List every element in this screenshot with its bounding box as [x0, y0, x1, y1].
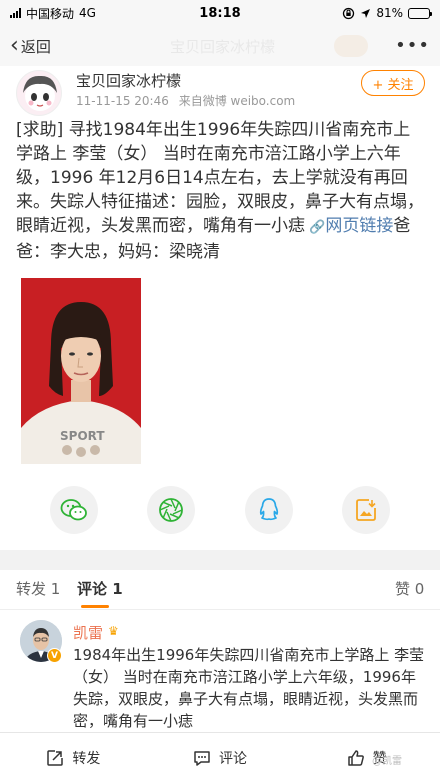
- more-options-icon[interactable]: •••: [395, 35, 430, 56]
- repost-button[interactable]: 转发: [0, 748, 147, 768]
- poster-avatar[interactable]: [16, 70, 62, 116]
- share-row: [0, 486, 440, 534]
- back-label: 返回: [20, 37, 51, 56]
- missing-person-photo[interactable]: SPORT: [21, 278, 141, 464]
- follow-button[interactable]: + 关注: [361, 70, 425, 96]
- wechat-icon: [60, 499, 87, 521]
- repost-icon: [47, 749, 64, 766]
- comment-text: 1984年出生1996年失踪四川省南充市上学路上 李莹（女） 当时在南充市涪江路…: [73, 646, 425, 730]
- rotation-lock-icon: [343, 7, 355, 19]
- post-source: 来自微博 weibo.com: [178, 94, 296, 108]
- comment-icon: [194, 750, 210, 766]
- nav-follow-ghost: [334, 35, 368, 57]
- interaction-tabs: 转发 1 评论 1 赞 0: [0, 570, 440, 610]
- qq-penguin-icon: [259, 498, 278, 521]
- status-right: 81%: [342, 6, 432, 20]
- aperture-icon: [159, 498, 184, 522]
- carrier-name: 中国移动: [26, 6, 75, 21]
- battery-icon: [408, 7, 432, 19]
- image-save-icon: [356, 499, 377, 521]
- post-card: 宝贝回家冰柠檬 11-11-15 20:46 来自微博 weibo.com + …: [0, 66, 440, 550]
- share-qq-button[interactable]: [244, 486, 293, 534]
- tab-underline: [81, 605, 109, 608]
- share-moments-button[interactable]: [147, 486, 196, 534]
- verified-badge-icon: V: [47, 648, 62, 663]
- weibo-watermark: @凯雷: [372, 756, 402, 767]
- cartoon-girl-icon: [23, 75, 57, 111]
- chevron-left-icon: ‹: [10, 33, 19, 58]
- repost-label: 转发: [72, 750, 101, 767]
- crown-icon: ♛: [108, 624, 119, 638]
- nav-title: 宝贝回家冰柠檬: [170, 38, 276, 56]
- tab-repost[interactable]: 转发 1: [16, 578, 60, 599]
- battery-percent: 81%: [376, 6, 403, 20]
- tab-comment[interactable]: 评论 1: [77, 578, 123, 599]
- post-time: 11-11-15 20:46: [76, 94, 169, 108]
- comment-button[interactable]: 评论: [147, 748, 294, 768]
- comment-item: V 凯雷 ♛ 1984年出生1996年失踪四川省南充市上学路上 李莹（女） 当时…: [0, 610, 440, 732]
- shirt-text: SPORT: [60, 429, 105, 443]
- web-link[interactable]: 网页链接: [325, 216, 393, 236]
- thumbs-up-icon: [347, 749, 364, 766]
- status-left: 中国移动 4G: [10, 5, 96, 22]
- comment-label: 评论: [219, 750, 247, 767]
- back-button[interactable]: ‹ 返回: [10, 35, 51, 57]
- signal-icon: [10, 8, 21, 18]
- commenter-name[interactable]: 凯雷: [73, 622, 103, 643]
- link-icon: 🔗: [305, 220, 326, 235]
- status-bar: 中国移动 4G 18:18 81%: [0, 0, 440, 26]
- post-meta: 11-11-15 20:46 来自微博 weibo.com: [76, 92, 295, 109]
- share-wechat-button[interactable]: [49, 486, 98, 534]
- location-arrow-icon: [361, 8, 371, 18]
- like-button[interactable]: 赞: [293, 748, 440, 768]
- network-type: 4G: [79, 6, 96, 20]
- post-text: [求助] 寻找1984年出生1996年失踪四川省南充市上学路上 李莹（女） 当时…: [16, 118, 426, 264]
- poster-name[interactable]: 宝贝回家冰柠檬: [76, 70, 181, 91]
- save-image-button[interactable]: [342, 486, 391, 534]
- nav-bar: ‹ 返回 宝贝回家冰柠檬 •••: [0, 26, 440, 66]
- girl-portrait: SPORT: [21, 278, 141, 464]
- tab-like[interactable]: 赞 0: [395, 578, 424, 599]
